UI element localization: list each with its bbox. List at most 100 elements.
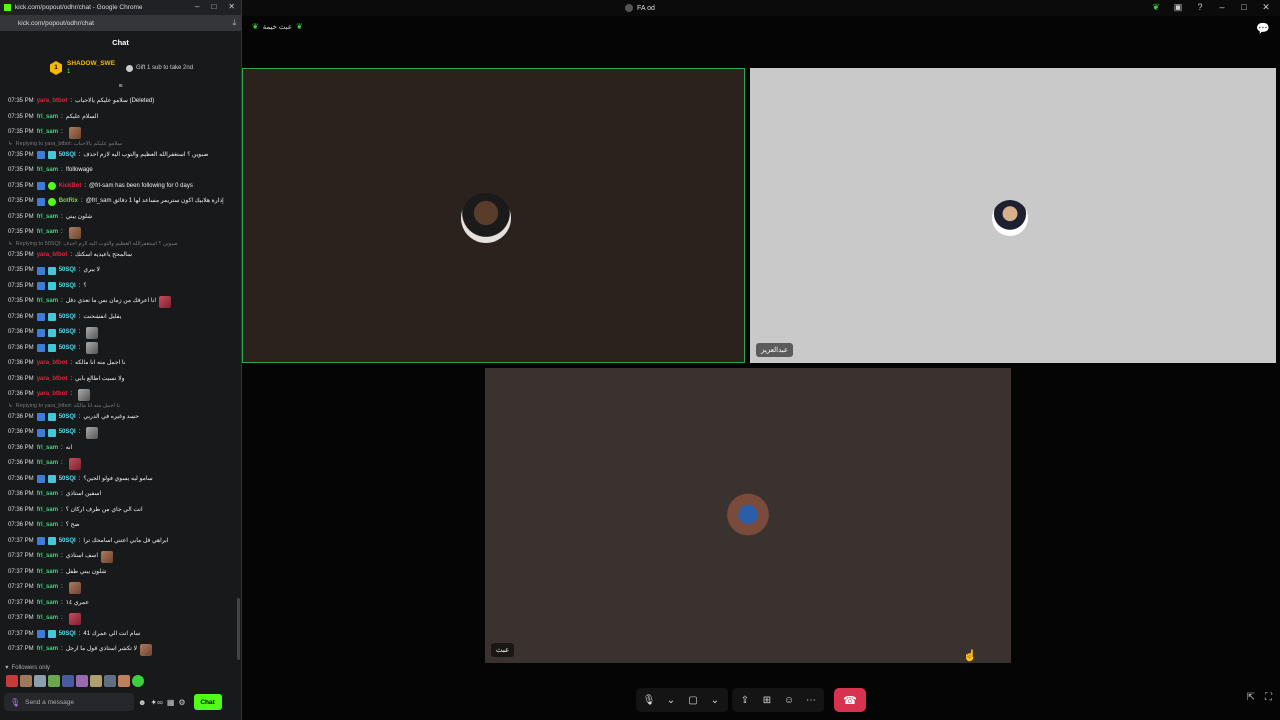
subscriber-badge-icon [47,313,56,322]
collapse-chevron-icon[interactable]: ≡ [0,83,241,90]
chat-messages: 07:35 PM yara_btbot: سلامو عليكم يالاحباب … [0,94,240,664]
maximize-button[interactable]: □ [211,2,216,11]
message-username[interactable]: yara_btbot [37,376,68,383]
username-separator: : [78,282,81,289]
message-username[interactable]: 50SQI [59,314,76,321]
bot-badge-icon [47,182,56,191]
emote-icon[interactable] [104,675,116,687]
emote-icon[interactable] [76,675,88,687]
participant-tile[interactable] [242,68,745,363]
emote-icon[interactable] [118,675,130,687]
gift-icon[interactable]: ✦∞ [150,698,162,707]
gift-leaderboard[interactable]: 1 SHADOW_SWE 1 Gift 1 sub to take 2nd [0,53,241,83]
emote-icon[interactable] [62,675,74,687]
message-username[interactable]: KickBot [59,183,82,190]
message-username[interactable]: yara_btbot [37,360,68,367]
message-username[interactable]: 50SQI [59,414,76,421]
emote-icon[interactable] [48,675,60,687]
verified-badge-icon [36,413,45,422]
message-username[interactable]: 50SQI [59,631,76,638]
message-username[interactable]: frl_sam [37,460,58,467]
message-username[interactable]: frl_sam [37,584,58,591]
message-username[interactable]: frl_sam [37,114,58,121]
chat-message: 07:36 PM frl_sam: انه [0,441,240,457]
minimize-button[interactable]: – [1216,2,1228,13]
emote-icon[interactable] [34,675,46,687]
message-username[interactable]: BotRix [59,198,78,205]
present-screen-icon[interactable]: ⇪ [738,695,752,706]
meeting-window-controls: ❦ ▣ ? – □ ✕ [1150,2,1272,13]
message-username[interactable]: 50SQI [59,152,76,159]
chevron-down-icon[interactable]: ⌄ [708,695,722,706]
camera-off-icon[interactable]: ▢ [686,695,700,706]
chat-bubble-icon[interactable]: 💬 [1256,22,1270,35]
fullscreen-icon[interactable]: ⛶ [1265,692,1272,703]
message-username[interactable]: 50SQI [59,345,76,352]
message-username[interactable]: 50SQI [59,267,76,274]
meeting-title: FA od [625,4,655,12]
participant-tile[interactable]: عبدالعزيز [750,68,1276,363]
meeting-corner-actions: ⇱ ⛶ [1247,692,1272,703]
chevron-down-icon[interactable]: ⌄ [664,695,678,706]
calendar-icon[interactable]: ▦ [167,698,175,707]
message-username[interactable]: 50SQI [59,429,76,436]
message-username[interactable]: frl_sam [37,615,58,622]
more-options-icon[interactable]: ⋯ [804,695,818,706]
message-username[interactable]: frl_sam [37,214,58,221]
message-body: ؟ [83,282,87,289]
message-username[interactable]: frl_sam [37,167,58,174]
apps-icon[interactable]: ⊞ [760,695,774,706]
message-username[interactable]: yara_btbot [37,98,68,105]
maximize-button[interactable]: □ [1238,2,1250,13]
message-username[interactable]: frl_sam [37,229,58,236]
close-button[interactable]: ✕ [1260,2,1272,13]
meeting-titlebar: FA od ❦ ▣ ? – □ ✕ [242,0,1280,16]
close-button[interactable]: ✕ [228,2,235,11]
message-username[interactable]: 50SQI [59,283,76,290]
address-bar[interactable]: kick.com/popout/odhr/chat ⤓ [0,15,241,31]
message-username[interactable]: frl_sam [37,129,58,136]
reactions-icon[interactable]: ☺ [782,695,796,706]
message-username[interactable]: frl_sam [37,553,58,560]
message-username[interactable]: frl_sam [37,600,58,607]
chat-send-button[interactable]: Chat [193,694,222,710]
emoji-icon[interactable]: ☻ [138,698,146,707]
message-username[interactable]: frl_sam [37,507,58,514]
subscriber-badge-icon [47,413,56,422]
message-username[interactable]: frl_sam [37,491,58,498]
leaf-extension-icon[interactable]: ❦ [1150,2,1162,13]
open-in-new-icon[interactable]: ⇱ [1247,692,1255,703]
message-username[interactable]: frl_sam [37,569,58,576]
message-timestamp: 07:35 PM [8,229,34,236]
emote-icon[interactable] [90,675,102,687]
followers-only-text: Followers only [11,665,50,671]
help-icon[interactable]: ? [1194,2,1206,13]
message-username[interactable]: frl_sam [37,298,58,305]
chat-message-input[interactable]: 🎙 Send a message [4,693,134,711]
chat-scrollbar[interactable] [237,598,240,660]
minimize-button[interactable]: – [195,2,199,11]
microphone-icon[interactable]: 🎙 [10,698,20,707]
message-username[interactable]: frl_sam [37,445,58,452]
message-username[interactable]: 50SQI [59,329,76,336]
download-icon[interactable]: ⤓ [232,18,236,28]
emote-icon[interactable] [132,675,144,687]
message-username[interactable]: 50SQI [59,538,76,545]
settings-gear-icon[interactable]: ⚙ [178,698,185,707]
message-username[interactable]: yara_btbot [37,252,68,259]
message-username[interactable]: yara_btbot [37,391,68,398]
username-separator: : [70,251,73,258]
pip-icon[interactable]: ▣ [1172,2,1184,13]
message-username[interactable]: 50SQI [59,476,76,483]
chat-popout-window: kick.com/popout/odhr/chat - Google Chrom… [0,0,242,720]
end-call-button[interactable]: ☎ [834,688,866,712]
message-timestamp: 07:35 PM [8,113,34,120]
message-username[interactable]: frl_sam [37,522,58,529]
verified-badge-icon [36,428,45,437]
emote-icon[interactable] [6,675,18,687]
microphone-icon[interactable]: 🎙 [642,695,656,706]
message-username[interactable]: frl_sam [37,646,58,653]
participant-tile[interactable]: عبث [485,368,1011,663]
emote-icon[interactable] [20,675,32,687]
username-separator: : [78,313,81,320]
